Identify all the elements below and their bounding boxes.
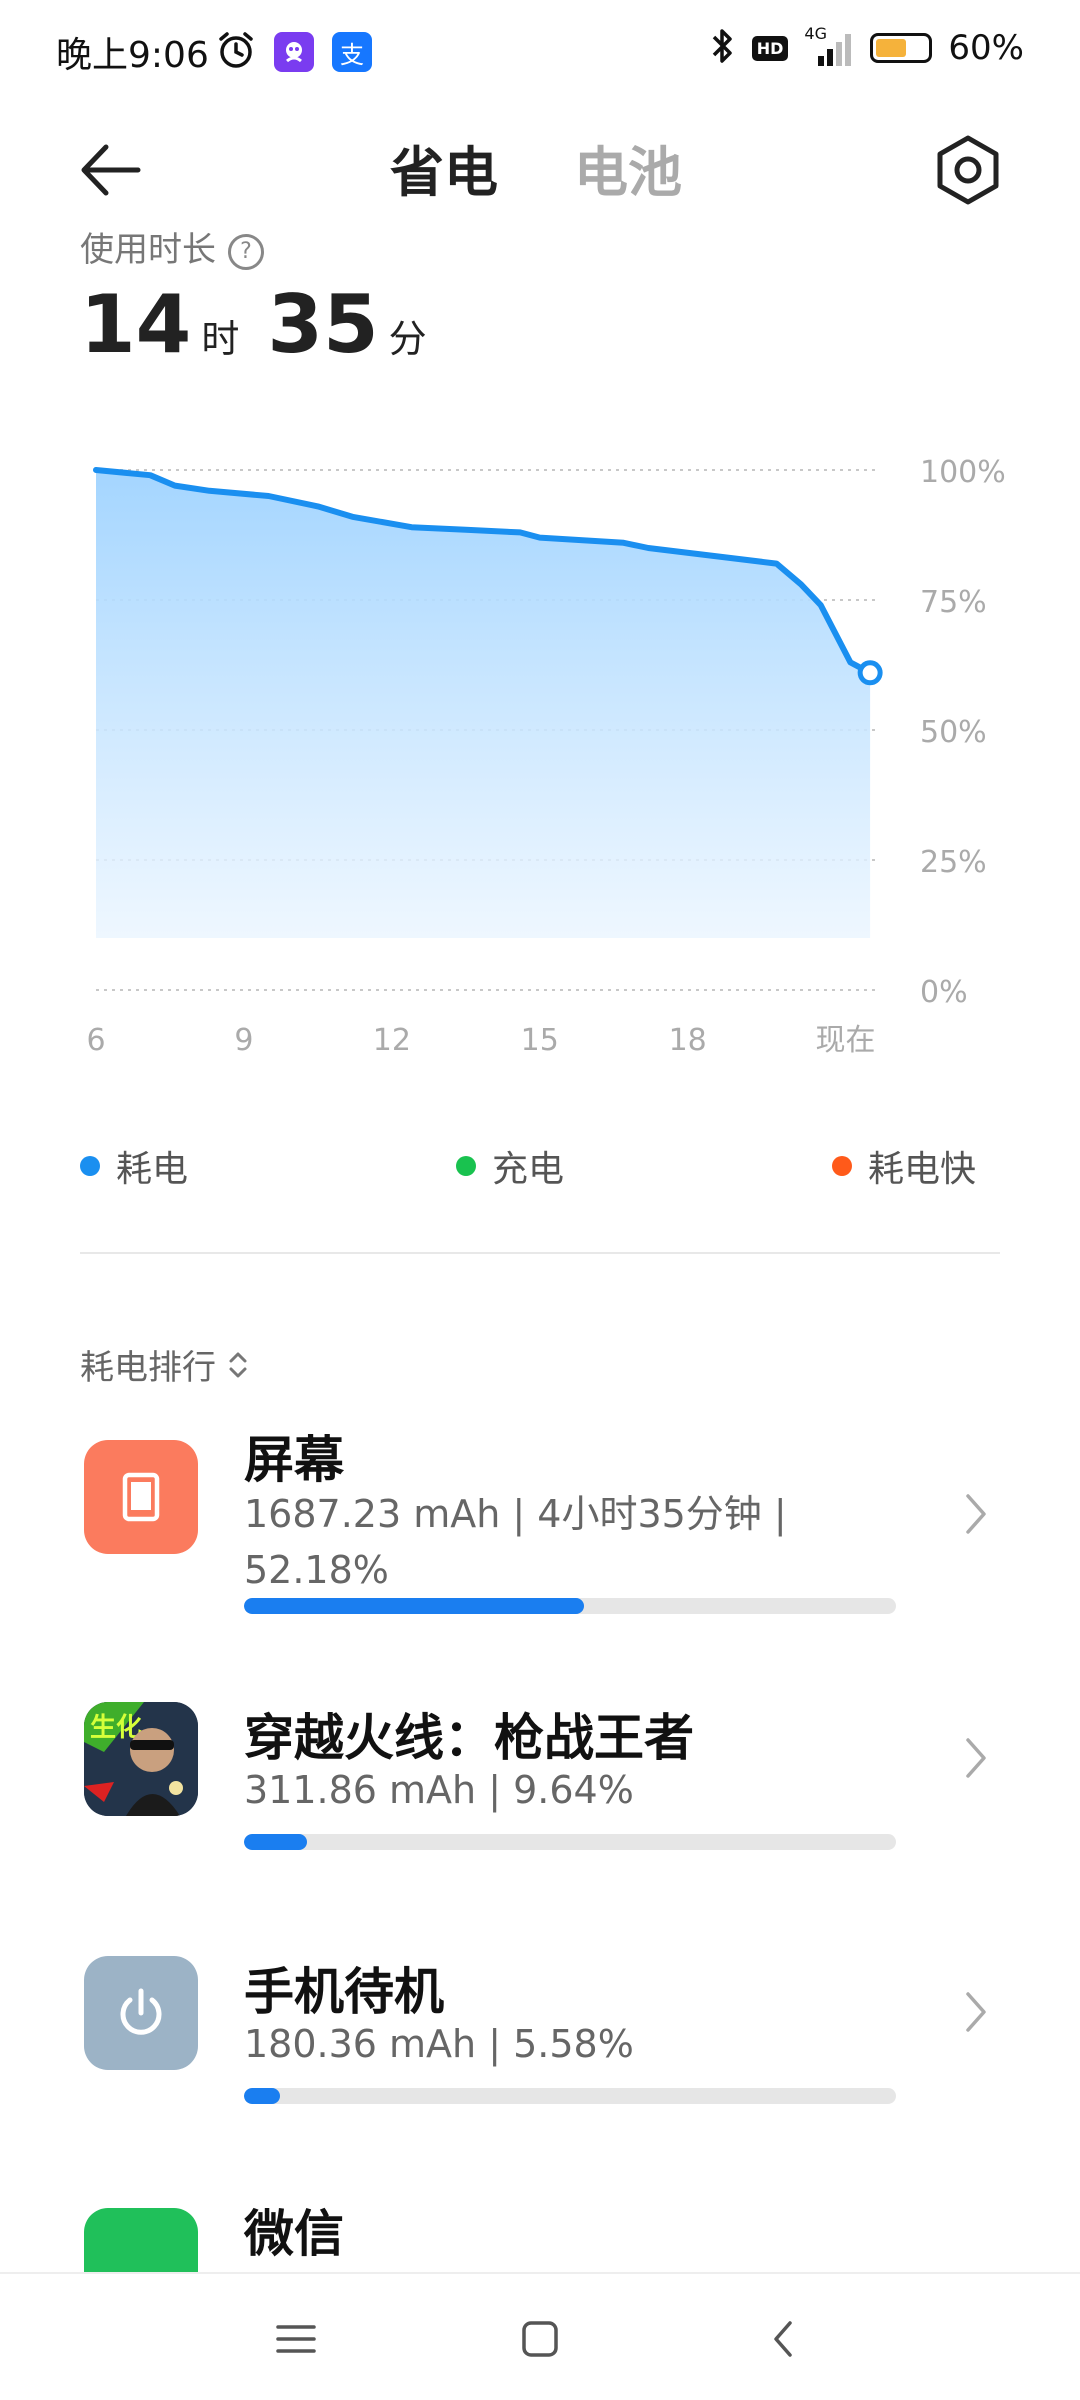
back-arrow-icon bbox=[81, 144, 141, 196]
chart-current-point bbox=[857, 660, 883, 686]
usage-label-text: 使用时长 bbox=[80, 230, 216, 270]
legend-item-drain: 耗电 bbox=[80, 1140, 188, 1192]
y-tick-label: 50% bbox=[920, 715, 987, 750]
usage-progress-bar bbox=[244, 2088, 896, 2104]
gear-icon bbox=[937, 135, 999, 205]
x-tick-label: 6 bbox=[86, 1023, 105, 1058]
usage-progress-bar bbox=[244, 1598, 896, 1614]
x-tick-label: 18 bbox=[669, 1023, 707, 1058]
y-tick-label: 25% bbox=[920, 845, 987, 880]
battery-icon bbox=[870, 33, 933, 63]
legend-label-charge: 充电 bbox=[492, 1149, 565, 1190]
power-icon bbox=[84, 1956, 198, 2070]
usage-progress-fill bbox=[244, 1598, 585, 1614]
y-tick-label: 0% bbox=[920, 975, 968, 1010]
legend-label-fast-drain: 耗电快 bbox=[868, 1149, 977, 1190]
back-button[interactable] bbox=[76, 135, 146, 205]
app-row-game[interactable]: 生化 穿越火线：枪战王者 311.86 mAh | 9.64% bbox=[0, 1690, 1080, 1920]
app-row-standby[interactable]: 手机待机 180.36 mAh | 5.58% bbox=[0, 1944, 1080, 2174]
chevron-right-icon bbox=[966, 1992, 986, 2032]
app-notification-icon bbox=[274, 32, 314, 72]
app-stats: 180.36 mAh | 5.58% bbox=[244, 2022, 634, 2066]
app-row-screen[interactable]: 屏幕 1687.23 mAh | 4小时35分钟 | 52.18% bbox=[0, 1420, 1080, 1650]
battery-chart-svg: 100% 75% 50% 25% 0% 6 9 12 15 18 现在 bbox=[86, 455, 1006, 1058]
x-tick-label: 12 bbox=[373, 1023, 411, 1058]
status-bar: 晚上9:06 支 HD 4G 60% bbox=[0, 0, 1080, 100]
status-right-group: HD 4G 60% bbox=[710, 24, 1024, 70]
x-tick-label: 15 bbox=[521, 1023, 559, 1058]
status-notification-icons: 支 bbox=[216, 30, 372, 74]
y-tick-label: 100% bbox=[920, 455, 1006, 490]
app-name: 手机待机 bbox=[244, 1963, 444, 2021]
ranking-title: 耗电排行 bbox=[80, 1348, 216, 1388]
back-nav-button[interactable] bbox=[744, 2304, 824, 2374]
tab-battery[interactable]: 电池 bbox=[574, 128, 682, 207]
sort-arrows-icon bbox=[229, 1352, 247, 1377]
usage-hours-unit: 时 bbox=[201, 317, 240, 361]
bluetooth-icon bbox=[710, 26, 736, 70]
legend-dot-drain bbox=[80, 1156, 100, 1176]
ranking-sort-toggle[interactable]: 耗电排行 bbox=[80, 1340, 250, 1389]
usage-minutes-unit: 分 bbox=[388, 317, 427, 361]
battery-percent: 60% bbox=[948, 28, 1024, 68]
legend-item-fast-drain: 耗电快 bbox=[832, 1140, 976, 1192]
alipay-icon: 支 bbox=[332, 32, 372, 72]
back-nav-icon bbox=[774, 2321, 792, 2357]
chevron-right-icon bbox=[966, 1738, 986, 1778]
menu-icon bbox=[276, 2325, 316, 2353]
app-stats: 311.86 mAh | 9.64% bbox=[244, 1768, 634, 1812]
app-name: 微信 bbox=[244, 2205, 344, 2263]
signal-icon: 4G bbox=[804, 24, 854, 68]
legend-item-charge: 充电 bbox=[456, 1140, 564, 1192]
chart-legend: 耗电 充电 耗电快 bbox=[80, 1140, 1000, 1196]
app-name: 屏幕 bbox=[244, 1431, 344, 1489]
help-icon[interactable]: ? bbox=[228, 233, 264, 270]
chart-area-fill bbox=[96, 470, 871, 938]
y-tick-label: 75% bbox=[920, 585, 987, 620]
usage-progress-fill bbox=[244, 1834, 307, 1850]
legend-dot-fast-drain bbox=[832, 1156, 852, 1176]
usage-minutes: 35 bbox=[267, 278, 379, 371]
alarm-icon bbox=[216, 30, 256, 74]
usage-hours: 14 bbox=[80, 278, 192, 371]
home-icon bbox=[522, 2321, 558, 2357]
hd-badge: HD bbox=[751, 35, 789, 61]
system-nav-bar bbox=[0, 2272, 1080, 2400]
usage-progress-fill bbox=[244, 2088, 281, 2104]
settings-button[interactable] bbox=[930, 132, 1006, 208]
x-tick-label: 9 bbox=[234, 1023, 253, 1058]
usage-label: 使用时长? bbox=[80, 222, 264, 271]
status-time: 晚上9:06 bbox=[56, 35, 209, 76]
legend-label-drain: 耗电 bbox=[116, 1149, 189, 1190]
menu-button[interactable] bbox=[256, 2304, 336, 2374]
home-button[interactable] bbox=[500, 2304, 580, 2374]
legend-dot-charge bbox=[456, 1156, 476, 1176]
usage-duration: 14 时 35 分 bbox=[80, 278, 445, 371]
battery-chart[interactable]: 100% 75% 50% 25% 0% 6 9 12 15 18 现在 bbox=[0, 440, 1080, 1080]
tab-power-saving[interactable]: 省电 bbox=[390, 128, 498, 207]
screen-icon bbox=[84, 1440, 198, 1554]
x-tick-label: 现在 bbox=[815, 1023, 875, 1058]
divider bbox=[80, 1252, 1000, 1254]
chevron-right-icon bbox=[966, 1494, 986, 1534]
usage-progress-bar bbox=[244, 1834, 896, 1850]
header: 省电 电池 bbox=[0, 110, 1080, 230]
game-icon: 生化 bbox=[84, 1702, 198, 1816]
app-stats: 1687.23 mAh | 4小时35分钟 | 52.18% bbox=[244, 1492, 787, 1592]
app-name: 穿越火线：枪战王者 bbox=[244, 1709, 694, 1767]
